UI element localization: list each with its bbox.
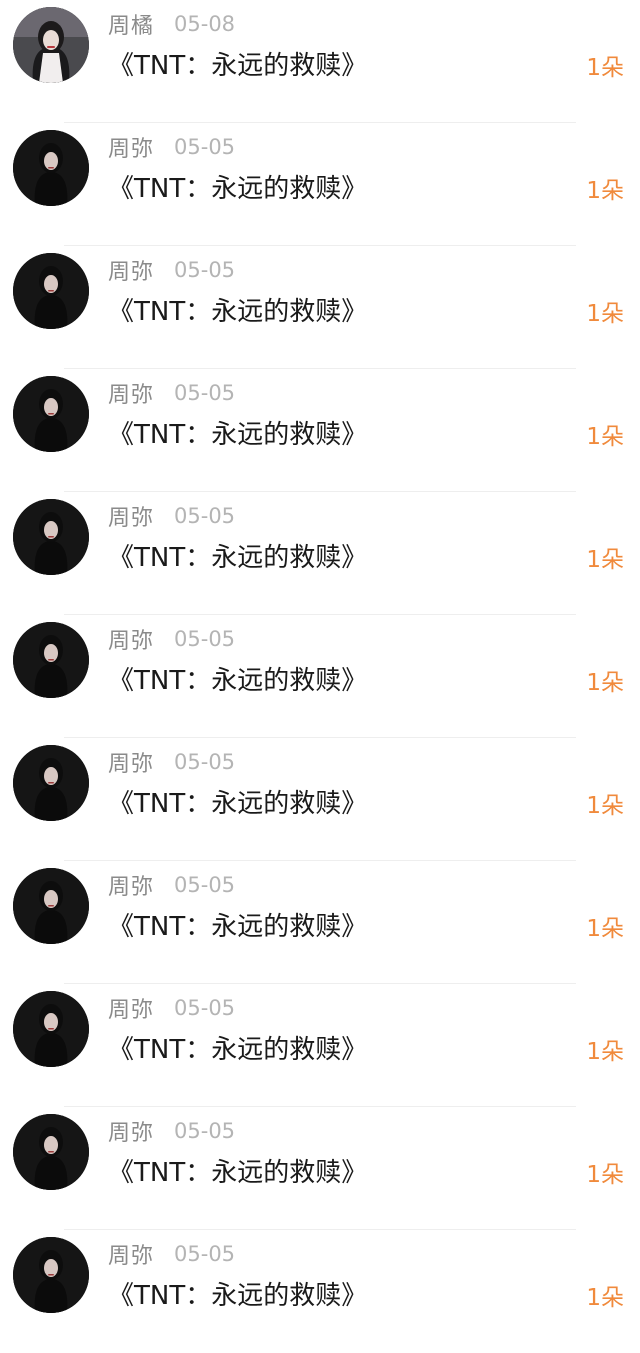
flower-count: 1朵 (586, 793, 624, 819)
user-name[interactable]: 周弥 (108, 746, 154, 778)
list-item[interactable]: 周弥 05-05 《TNT：永远的救赎》 1朵 (0, 123, 640, 246)
user-name[interactable]: 周弥 (108, 992, 154, 1024)
item-meta: 周弥 05-05 (108, 992, 235, 1024)
flower-count: 1朵 (586, 424, 624, 450)
user-name[interactable]: 周弥 (108, 869, 154, 901)
list-item[interactable]: 周橘 05-08 《TNT：永远的救赎》 1朵 (0, 0, 640, 123)
flower-count: 1朵 (586, 1162, 624, 1188)
gift-date: 05-05 (174, 381, 236, 405)
book-title[interactable]: 《TNT：永远的救赎》 (108, 47, 367, 85)
list-item[interactable]: 周弥 05-05 《TNT：永远的救赎》 1朵 (0, 1230, 640, 1353)
book-title[interactable]: 《TNT：永远的救赎》 (108, 662, 367, 700)
user-name[interactable]: 周弥 (108, 1115, 154, 1147)
item-meta: 周弥 05-05 (108, 746, 235, 778)
flower-count: 1朵 (586, 55, 624, 81)
avatar-photo-icon[interactable] (13, 1237, 89, 1313)
avatar-photo-icon[interactable] (13, 253, 89, 329)
avatar-photo-icon[interactable] (13, 868, 89, 944)
avatar-photo-icon[interactable] (13, 7, 89, 83)
avatar-photo-icon[interactable] (13, 622, 89, 698)
flower-count: 1朵 (586, 178, 624, 204)
avatar-photo-icon[interactable] (13, 1114, 89, 1190)
list-item[interactable]: 周弥 05-05 《TNT：永远的救赎》 1朵 (0, 738, 640, 861)
book-title[interactable]: 《TNT：永远的救赎》 (108, 1277, 367, 1315)
gift-date: 05-05 (174, 504, 236, 528)
item-meta: 周橘 05-08 (108, 8, 235, 40)
gift-date: 05-08 (174, 12, 236, 36)
list-item[interactable]: 周弥 05-05 《TNT：永远的救赎》 1朵 (0, 492, 640, 615)
flower-count: 1朵 (586, 1285, 624, 1311)
user-name[interactable]: 周弥 (108, 623, 154, 655)
item-meta: 周弥 05-05 (108, 131, 235, 163)
book-title[interactable]: 《TNT：永远的救赎》 (108, 908, 367, 946)
item-meta: 周弥 05-05 (108, 500, 235, 532)
item-meta: 周弥 05-05 (108, 869, 235, 901)
gift-date: 05-05 (174, 135, 236, 159)
item-meta: 周弥 05-05 (108, 1115, 235, 1147)
user-name[interactable]: 周弥 (108, 1238, 154, 1270)
user-name[interactable]: 周弥 (108, 254, 154, 286)
flower-count: 1朵 (586, 670, 624, 696)
list-item[interactable]: 周弥 05-05 《TNT：永远的救赎》 1朵 (0, 246, 640, 369)
list-item[interactable]: 周弥 05-05 《TNT：永远的救赎》 1朵 (0, 984, 640, 1107)
gift-date: 05-05 (174, 627, 236, 651)
book-title[interactable]: 《TNT：永远的救赎》 (108, 293, 367, 331)
list-item[interactable]: 周弥 05-05 《TNT：永远的救赎》 1朵 (0, 1107, 640, 1230)
flower-count: 1朵 (586, 301, 624, 327)
book-title[interactable]: 《TNT：永远的救赎》 (108, 1031, 367, 1069)
avatar-photo-icon[interactable] (13, 991, 89, 1067)
list-item[interactable]: 周弥 05-05 《TNT：永远的救赎》 1朵 (0, 369, 640, 492)
gift-date: 05-05 (174, 873, 236, 897)
gift-date: 05-05 (174, 750, 236, 774)
item-meta: 周弥 05-05 (108, 623, 235, 655)
flower-count: 1朵 (586, 1039, 624, 1065)
item-meta: 周弥 05-05 (108, 254, 235, 286)
book-title[interactable]: 《TNT：永远的救赎》 (108, 539, 367, 577)
avatar-photo-icon[interactable] (13, 499, 89, 575)
user-name[interactable]: 周弥 (108, 131, 154, 163)
gift-date: 05-05 (174, 1242, 236, 1266)
gift-date: 05-05 (174, 258, 236, 282)
avatar-photo-icon[interactable] (13, 130, 89, 206)
list-item[interactable]: 周弥 05-05 《TNT：永远的救赎》 1朵 (0, 615, 640, 738)
item-meta: 周弥 05-05 (108, 1238, 235, 1270)
list-item[interactable]: 周弥 05-05 《TNT：永远的救赎》 1朵 (0, 861, 640, 984)
book-title[interactable]: 《TNT：永远的救赎》 (108, 1154, 367, 1192)
gift-date: 05-05 (174, 1119, 236, 1143)
gift-record-list: 周橘 05-08 《TNT：永远的救赎》 1朵 周弥 05-05 《TNT：永远… (0, 0, 640, 1353)
item-meta: 周弥 05-05 (108, 377, 235, 409)
flower-count: 1朵 (586, 547, 624, 573)
user-name[interactable]: 周橘 (108, 8, 154, 40)
book-title[interactable]: 《TNT：永远的救赎》 (108, 416, 367, 454)
avatar-photo-icon[interactable] (13, 745, 89, 821)
book-title[interactable]: 《TNT：永远的救赎》 (108, 785, 367, 823)
user-name[interactable]: 周弥 (108, 500, 154, 532)
user-name[interactable]: 周弥 (108, 377, 154, 409)
flower-count: 1朵 (586, 916, 624, 942)
gift-date: 05-05 (174, 996, 236, 1020)
book-title[interactable]: 《TNT：永远的救赎》 (108, 170, 367, 208)
avatar-photo-icon[interactable] (13, 376, 89, 452)
